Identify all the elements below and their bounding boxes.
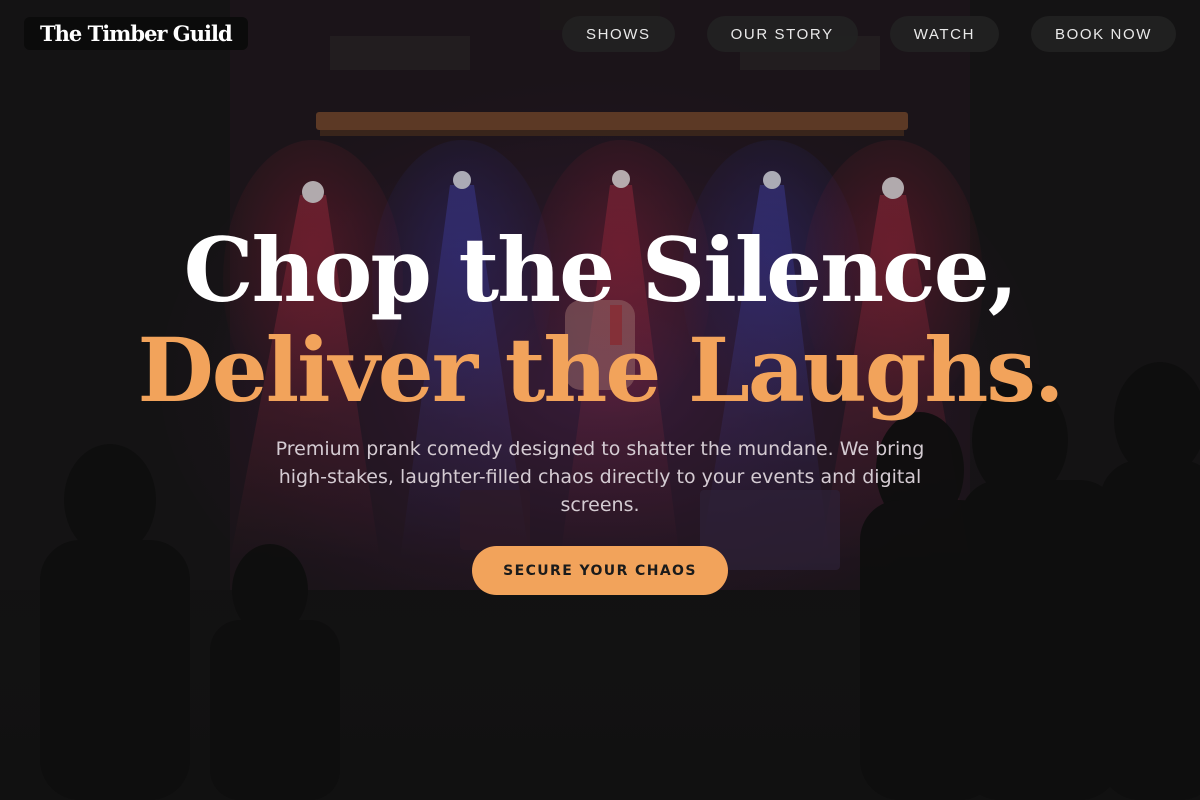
secure-your-chaos-button[interactable]: SECURE YOUR CHAOS <box>472 546 728 595</box>
headline-line-1: Chop the Silence, <box>183 218 1019 322</box>
hero-subtitle: Premium prank comedy designed to shatter… <box>275 438 925 516</box>
hero-headline: Chop the Silence, Deliver the Laughs. <box>0 220 1200 420</box>
headline-line-2: Deliver the Laughs. <box>137 318 1064 422</box>
nav-item-shows[interactable]: SHOWS <box>561 16 675 52</box>
site-logo[interactable]: The Timber Guild <box>24 17 248 50</box>
main-nav: SHOWS OUR STORY WATCH BOOK NOW <box>561 16 1176 52</box>
nav-item-our-story[interactable]: OUR STORY <box>706 16 858 52</box>
nav-item-watch[interactable]: WATCH <box>889 16 1000 52</box>
nav-item-book-now[interactable]: BOOK NOW <box>1031 16 1176 52</box>
